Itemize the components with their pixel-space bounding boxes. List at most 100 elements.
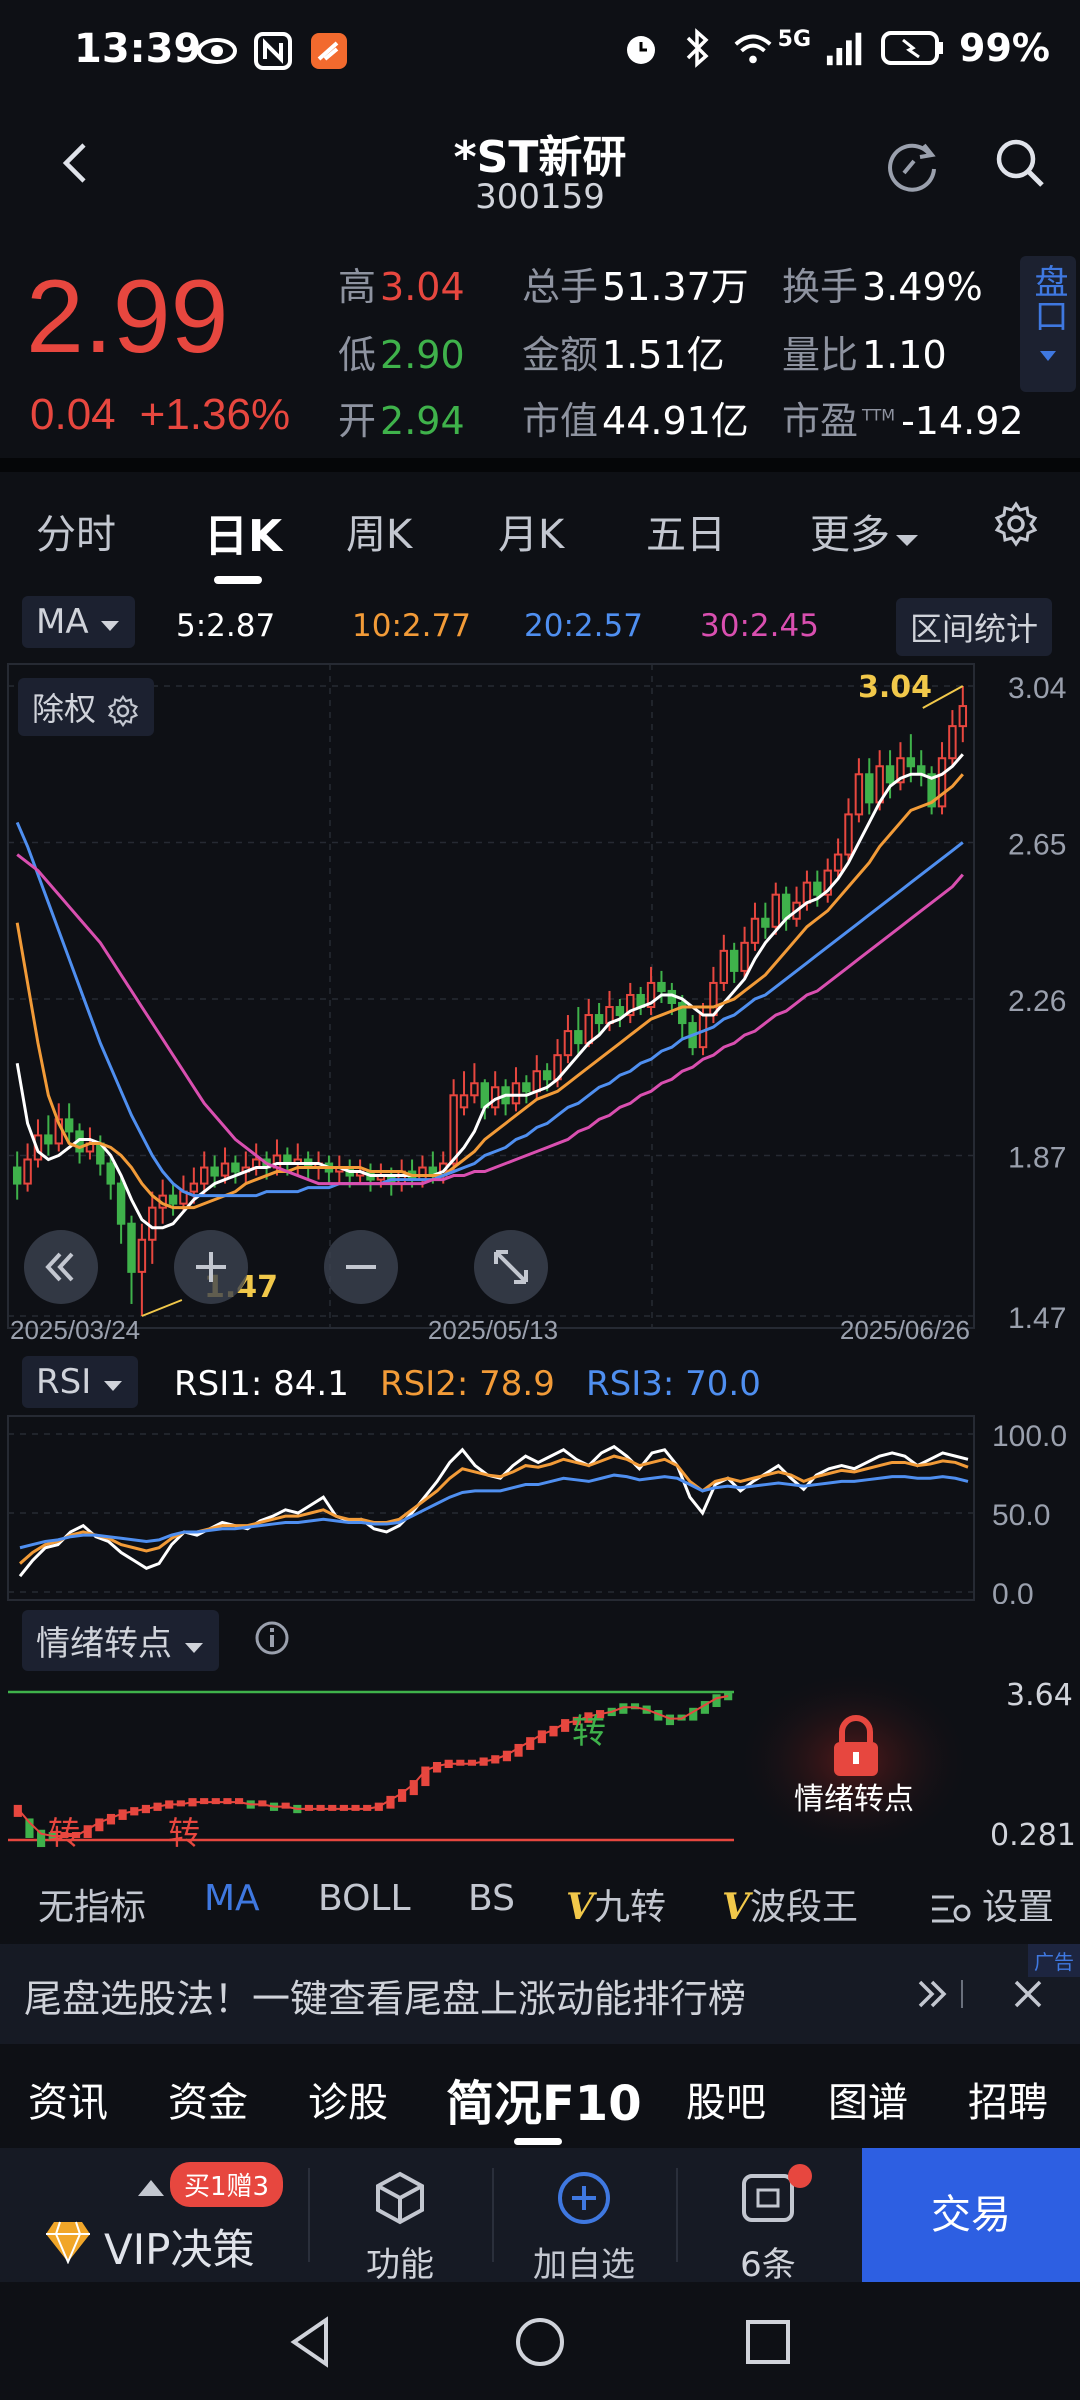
- tab-more[interactable]: 更多: [810, 502, 920, 560]
- tab-daily-k[interactable]: 日K: [204, 500, 282, 564]
- tab-graph[interactable]: 图谱: [828, 2070, 908, 2128]
- candle-body: [854, 773, 864, 816]
- candle-body: [522, 1082, 531, 1093]
- ma-selector[interactable]: MA: [22, 596, 136, 648]
- nav-home-button[interactable]: [510, 2312, 570, 2376]
- ad-banner[interactable]: 尾盘选股法！一键查看尾盘上涨动能排行榜 广告: [0, 1944, 1080, 2044]
- candle-body: [459, 1094, 469, 1109]
- ask-button[interactable]: 6条: [688, 2164, 848, 2286]
- chart-settings-button[interactable]: [992, 500, 1040, 552]
- minus-icon: [346, 1265, 376, 1269]
- zoom-in-button[interactable]: [174, 1230, 248, 1304]
- circle-home-icon: [516, 2318, 564, 2366]
- emotion-selector[interactable]: 情绪转点: [22, 1610, 219, 1671]
- candle-body: [542, 1070, 552, 1081]
- caret-down-icon: [896, 535, 918, 546]
- fullscreen-button[interactable]: [474, 1230, 548, 1304]
- rsi-chart[interactable]: 100.0 50.0 0.0: [0, 1412, 1080, 1611]
- indicator-ma[interactable]: MA: [204, 1878, 260, 1919]
- pe-cell: 市盈 TTM -14.92: [782, 399, 1024, 443]
- ad-tag: 广告: [1028, 1944, 1080, 1977]
- candle-body: [511, 1082, 521, 1105]
- rsi-legend: RSI RSI1: 84.1 RSI2: 78.9 RSI3: 70.0: [0, 1352, 1080, 1412]
- kline-y-ticks: 1.47 1.87 2.26 2.65 3.04: [1008, 672, 1066, 1335]
- pankou-button[interactable]: 盘口: [1020, 256, 1076, 392]
- notification-dot: [788, 2164, 812, 2188]
- zoom-out-button[interactable]: [324, 1230, 398, 1304]
- candle-body: [771, 893, 780, 928]
- volume-cell: 总手 51.37万: [522, 265, 749, 309]
- info-button[interactable]: [254, 1620, 290, 1660]
- tab-f10[interactable]: 简况F10: [446, 2064, 642, 2134]
- divider: [492, 2168, 494, 2262]
- kline-x-labels: 2025/03/24 2025/05/13 2025/06/26: [10, 1315, 970, 1345]
- tab-diagnosis[interactable]: 诊股: [308, 2070, 388, 2128]
- mcap-cell: 市值 44.91亿: [522, 399, 749, 443]
- tab-five-day[interactable]: 五日: [646, 502, 726, 560]
- rsi3-value: RSI3: 70.0: [586, 1364, 761, 1404]
- vip-button[interactable]: 买1赠3 VIP决策: [0, 2148, 306, 2282]
- candle-body: [220, 1162, 230, 1177]
- gear-icon: [108, 694, 139, 728]
- triangle-back-icon: [290, 2316, 328, 2368]
- trade-button[interactable]: 交易: [862, 2148, 1080, 2282]
- kline-y-tick: 2.65: [1008, 828, 1066, 861]
- network-type: 5G: [777, 26, 812, 52]
- tab-indicator: [214, 576, 262, 584]
- indicator-tabs: 无指标 MA BOLL BS V九转 V波段王 设置: [0, 1858, 1080, 1942]
- candle-body: [719, 949, 729, 984]
- open-cell: 开 2.94: [338, 399, 465, 443]
- kline-y-tick: 1.87: [1008, 1141, 1066, 1174]
- tab-weekly-k[interactable]: 周K: [346, 502, 412, 560]
- emotion-turn-mark: 转: [168, 1814, 201, 1852]
- indicator-boduanwang[interactable]: V波段王: [722, 1878, 858, 1930]
- rsi-svg: 100.0 50.0 0.0: [7, 1415, 1067, 1611]
- refresh-button[interactable]: [880, 133, 944, 197]
- kline-y-tick: 1.47: [1008, 1302, 1066, 1335]
- tab-forum[interactable]: 股吧: [686, 2070, 766, 2128]
- candle-body: [64, 1118, 74, 1133]
- plus-icon: [196, 1252, 226, 1282]
- rsi-selector[interactable]: RSI: [22, 1356, 139, 1408]
- rsi-y-tick: 100.0: [992, 1420, 1067, 1453]
- candle-body: [106, 1162, 115, 1185]
- nav-back-button[interactable]: [282, 2312, 342, 2376]
- amount-cell: 金额 1.51亿: [522, 333, 725, 377]
- rsi1-line: [18, 1444, 969, 1578]
- battery-icon: [881, 27, 945, 69]
- tab-funds[interactable]: 资金: [168, 2070, 248, 2128]
- caret-up-icon: [138, 2180, 164, 2196]
- tab-recruit[interactable]: 招聘: [968, 2070, 1048, 2128]
- ad-close-button[interactable]: [1008, 1974, 1048, 2018]
- ad-expand-button[interactable]: [914, 1974, 978, 2018]
- alarm-icon: [620, 27, 662, 69]
- kline-ma-lines: [15, 685, 964, 1317]
- scroll-left-button[interactable]: [24, 1230, 98, 1304]
- divider: [676, 2168, 678, 2262]
- divider: [308, 2168, 310, 2262]
- info-tabs: 资讯 资金 诊股 简况F10 股吧 图谱 招聘: [0, 2044, 1080, 2148]
- function-button[interactable]: 功能: [320, 2168, 480, 2286]
- kline-chart[interactable]: 1.47 1.87 2.26 2.65 3.04 2025/03/24 2025/05/1…: [0, 656, 1080, 1346]
- ma30-value: 30:2.45: [700, 608, 819, 644]
- search-button[interactable]: [990, 133, 1050, 193]
- indicator-boll[interactable]: BOLL: [318, 1878, 411, 1919]
- indicator-settings[interactable]: 设置: [930, 1878, 1054, 1930]
- candle-body: [615, 1006, 625, 1017]
- emotion-bar: [339, 1804, 348, 1811]
- candle-body: [116, 1182, 126, 1225]
- emotion-lock-label[interactable]: 情绪转点: [794, 1774, 914, 1818]
- range-stat-button[interactable]: 区间统计: [896, 598, 1053, 656]
- add-watchlist-button[interactable]: 加自选: [504, 2168, 664, 2286]
- tab-news[interactable]: 资讯: [28, 2070, 108, 2128]
- exright-button[interactable]: 除权: [18, 678, 155, 736]
- emotion-bar: [409, 1780, 418, 1796]
- tab-monthly-k[interactable]: 月K: [498, 502, 564, 560]
- indicator-none[interactable]: 无指标: [38, 1878, 146, 1930]
- indicator-jiuzhuan[interactable]: V九转: [566, 1878, 666, 1930]
- candle-body: [958, 705, 968, 728]
- emotion-turn-mark: 转: [572, 1712, 606, 1752]
- nav-recents-button[interactable]: [738, 2312, 798, 2376]
- tab-minute[interactable]: 分时: [36, 502, 116, 560]
- indicator-bs[interactable]: BS: [468, 1878, 515, 1919]
